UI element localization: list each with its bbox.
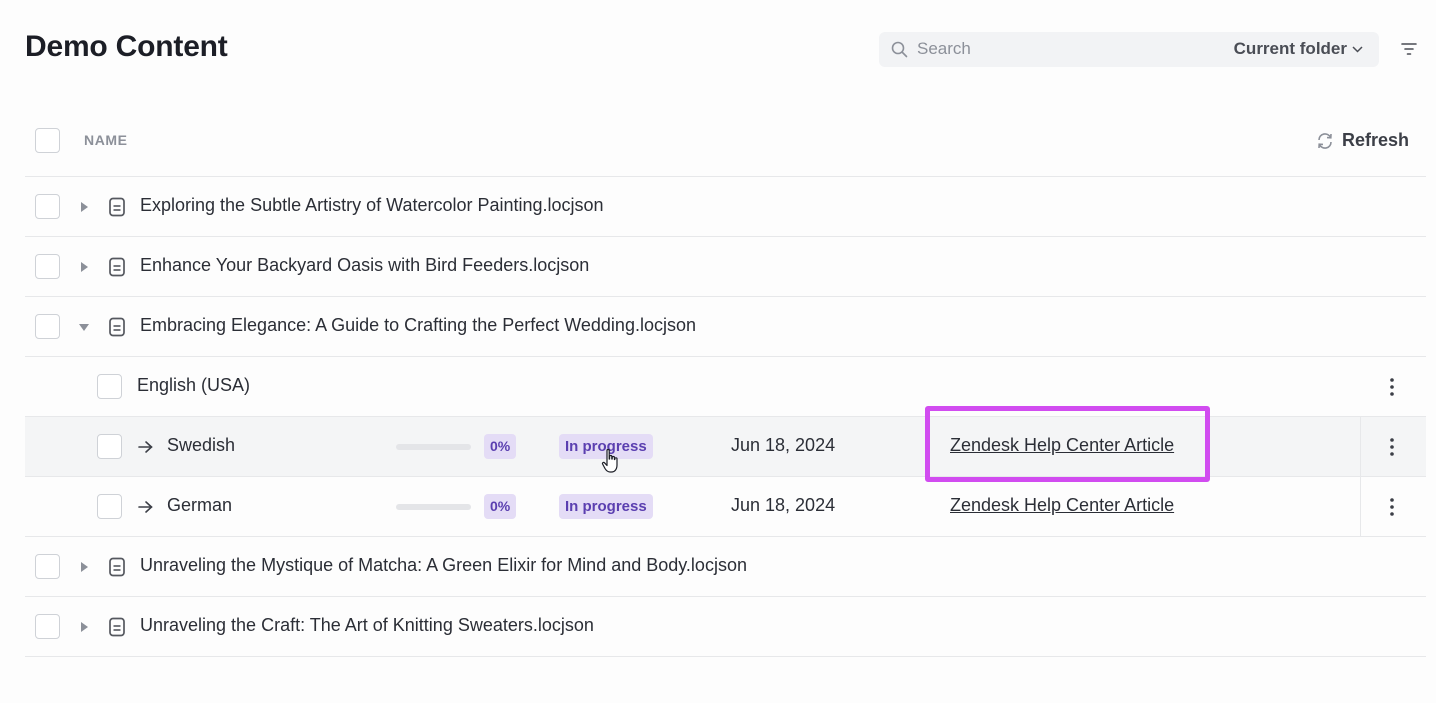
column-divider [1360, 477, 1361, 537]
content-type-link[interactable]: Zendesk Help Center Article [950, 495, 1174, 516]
hand-pointer-icon [601, 448, 618, 473]
row-checkbox[interactable] [97, 374, 122, 399]
document-icon [109, 617, 125, 637]
document-icon [109, 257, 125, 277]
table-row[interactable]: Unraveling the Mystique of Matcha: A Gre… [25, 537, 1426, 597]
refresh-icon [1318, 132, 1332, 149]
table-row[interactable]: Exploring the Subtle Artistry of Waterco… [25, 177, 1426, 237]
row-checkbox[interactable] [35, 614, 60, 639]
caret-right-icon[interactable] [79, 621, 89, 633]
table-row[interactable]: Enhance Your Backyard Oasis with Bird Fe… [25, 237, 1426, 297]
source-language-label: English (USA) [137, 375, 251, 395]
file-name[interactable]: Exploring the Subtle Artistry of Waterco… [140, 195, 604, 216]
target-language-name: Swedish [167, 435, 236, 455]
scope-label: Current folder [1233, 39, 1347, 58]
file-name[interactable]: Embracing Elegance: A Guide to Crafting … [140, 315, 696, 336]
file-name[interactable]: Unraveling the Mystique of Matcha: A Gre… [140, 555, 747, 576]
caret-right-icon[interactable] [79, 261, 89, 273]
file-name[interactable]: Enhance Your Backyard Oasis with Bird Fe… [140, 255, 589, 276]
more-options-icon[interactable] [1387, 436, 1397, 458]
scope-dropdown[interactable]: Current folder [1234, 39, 1363, 59]
search-input[interactable]: Search [917, 39, 971, 59]
more-options-icon[interactable] [1387, 496, 1397, 518]
arrow-right-icon [138, 501, 153, 513]
column-divider [1360, 417, 1361, 477]
progress-percent-badge: 0% [484, 434, 517, 459]
column-header-name[interactable]: NAME [84, 132, 128, 148]
source-language-row[interactable]: English (USA) [25, 357, 1426, 417]
progress-bar [396, 504, 471, 510]
row-checkbox[interactable] [35, 314, 60, 339]
progress-percent-badge: 0% [484, 494, 517, 519]
table-row[interactable]: Embracing Elegance: A Guide to Crafting … [25, 297, 1426, 357]
page-title: Demo Content [25, 30, 228, 63]
row-checkbox[interactable] [97, 434, 122, 459]
progress-bar [396, 444, 471, 450]
highlight-annotation [925, 406, 1210, 482]
chevron-down-icon [1352, 45, 1363, 53]
target-language-row[interactable]: Swedish 0% In progress Jun 18, 2024 Zend… [25, 417, 1426, 477]
row-checkbox[interactable] [35, 194, 60, 219]
more-options-icon[interactable] [1387, 376, 1397, 398]
document-icon [109, 197, 125, 217]
refresh-button[interactable]: Refresh [1316, 130, 1409, 151]
refresh-label: Refresh [1341, 130, 1409, 150]
row-checkbox[interactable] [35, 554, 60, 579]
caret-right-icon[interactable] [79, 561, 89, 573]
due-date: Jun 18, 2024 [731, 495, 836, 515]
caret-right-icon[interactable] [79, 201, 89, 213]
status-badge: In progress [559, 494, 653, 519]
table-header: NAME Refresh [25, 110, 1426, 177]
document-icon [109, 557, 125, 577]
table-row[interactable]: Unraveling the Craft: The Art of Knittin… [25, 597, 1426, 657]
search-icon [891, 41, 908, 58]
target-language-row[interactable]: German 0% In progress Jun 18, 2024 Zende… [25, 477, 1426, 537]
file-name[interactable]: Unraveling the Craft: The Art of Knittin… [140, 615, 594, 636]
select-all-checkbox[interactable] [35, 128, 60, 153]
filter-icon[interactable] [1400, 42, 1418, 56]
row-checkbox[interactable] [35, 254, 60, 279]
due-date: Jun 18, 2024 [731, 435, 836, 455]
target-language-name: German [167, 495, 233, 515]
arrow-right-icon [138, 441, 153, 453]
caret-down-icon[interactable] [78, 322, 90, 332]
document-icon [109, 317, 125, 337]
row-checkbox[interactable] [97, 494, 122, 519]
search-bar[interactable]: Search Current folder [879, 32, 1379, 67]
